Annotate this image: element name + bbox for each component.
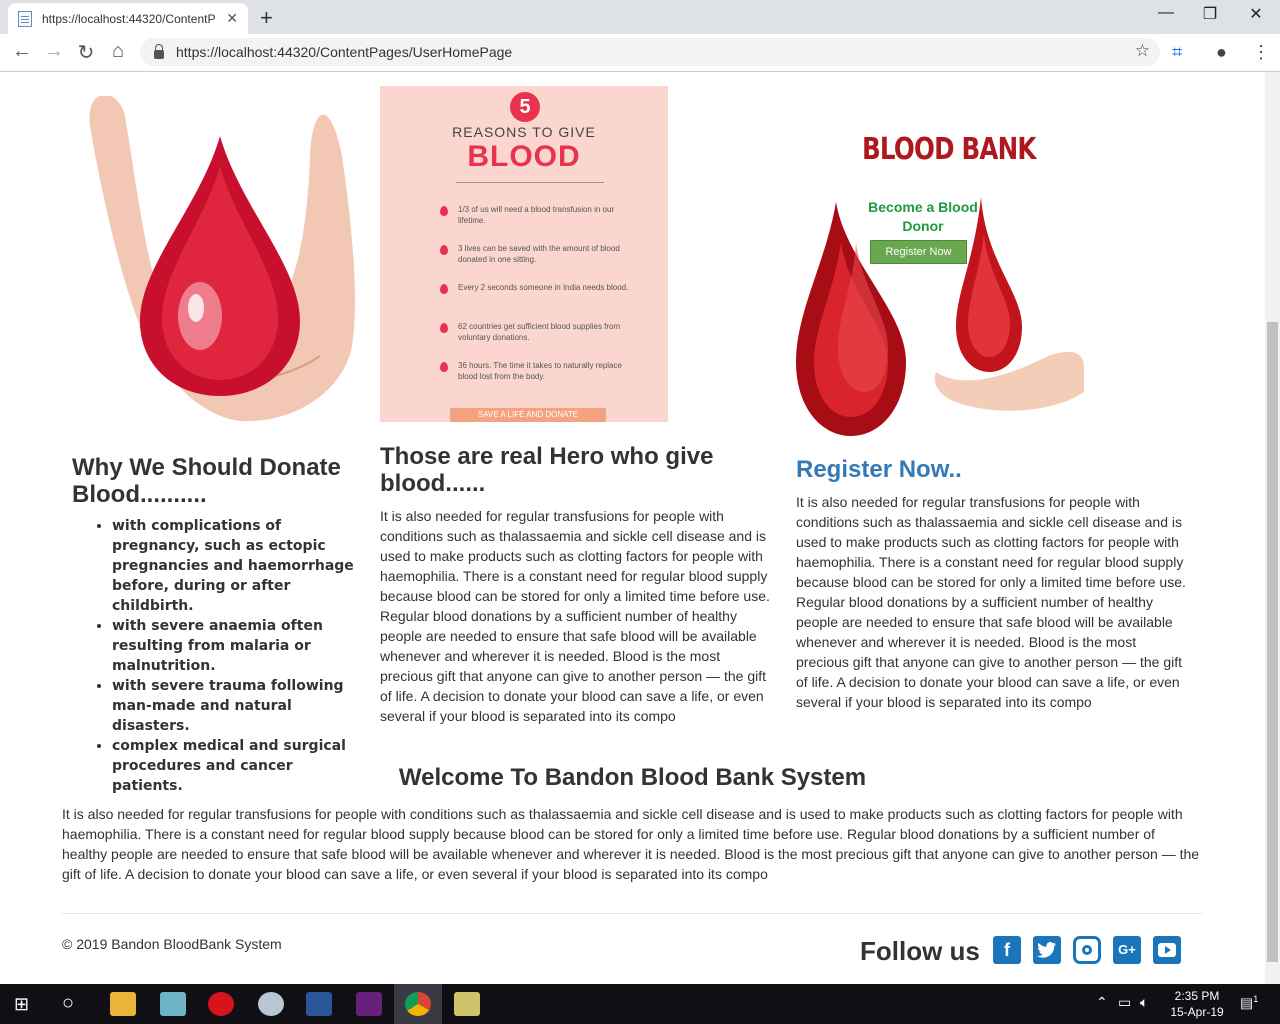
restore-icon[interactable]: ❐	[1200, 4, 1220, 24]
divider	[456, 182, 604, 183]
reason-item: 36 hours. The time it takes to naturally…	[440, 360, 640, 399]
minimize-icon[interactable]: —	[1156, 4, 1176, 22]
chrome-icon[interactable]	[405, 992, 431, 1016]
forward-icon[interactable]: →	[42, 40, 66, 63]
real-hero-text: It is also needed for regular transfusio…	[380, 508, 770, 724]
clock-time: 2:35 PM	[1174, 989, 1220, 1003]
volume-icon[interactable]: 🔈︎	[1140, 994, 1148, 1011]
browser-tab[interactable]: https://localhost:44320/ContentP ✕	[8, 3, 248, 34]
file-explorer-icon[interactable]	[110, 992, 136, 1016]
reasons-number: 5	[510, 92, 540, 122]
blood-drop-icon	[440, 323, 448, 333]
reload-icon[interactable]: ↻	[74, 40, 98, 65]
windows-taskbar: ⊞ ○ ⌃ ▭ 🔈︎ 2:35 PM 15-Apr-19 ▤1	[0, 984, 1280, 1024]
page-scrollbar[interactable]	[1265, 72, 1280, 984]
list-item: with severe anaemia often resulting from…	[112, 616, 362, 676]
follow-us-label: Follow us	[860, 936, 980, 966]
blood-drop-icon	[440, 245, 448, 255]
instagram-icon[interactable]	[1073, 936, 1101, 964]
back-icon[interactable]: ←	[10, 40, 34, 63]
notepad-icon[interactable]	[160, 992, 186, 1016]
lock-icon	[154, 43, 164, 59]
reasons-to-give-blood-image: 5 REASONS TO GIVE BLOOD 1/3 of us will n…	[380, 86, 668, 422]
profile-icon[interactable]: ●	[1216, 42, 1227, 63]
copyright-text: © 2019 Bandon BloodBank System	[62, 936, 282, 952]
tab-title: https://localhost:44320/ContentP	[42, 11, 216, 26]
opera-icon[interactable]	[208, 992, 234, 1016]
real-hero-heading: Those are real Hero who give blood......	[380, 443, 714, 497]
why-donate-list: with complications of pregnancy, such as…	[92, 516, 362, 796]
reasons-subtitle: REASONS TO GIVE	[452, 124, 596, 140]
google-plus-icon[interactable]: G+	[1113, 936, 1141, 964]
close-window-icon[interactable]: ✕	[1246, 4, 1266, 24]
list-item: with complications of pregnancy, such as…	[112, 516, 362, 616]
paint-icon[interactable]	[258, 992, 284, 1016]
bookmark-star-icon[interactable]: ☆	[1135, 41, 1150, 61]
list-item: with severe trauma following man-made an…	[112, 676, 362, 736]
blood-drop-icon	[440, 284, 448, 294]
browser-toolbar: ← → ↻ ⌂ https://localhost:44320/ContentP…	[0, 34, 1280, 72]
reason-item: 3 lives can be saved with the amount of …	[440, 243, 640, 282]
new-tab-icon[interactable]: +	[260, 5, 273, 31]
reasons-title: BLOOD	[467, 140, 581, 173]
reason-item: 62 countries get sufficient blood suppli…	[440, 321, 640, 360]
register-now-link[interactable]: Register Now..	[796, 456, 1196, 483]
extension-icon[interactable]: ⌗	[1172, 42, 1182, 63]
reasons-list: 1/3 of us will need a blood transfusion …	[440, 204, 640, 399]
footer-divider	[62, 913, 1202, 914]
reason-item: 1/3 of us will need a blood transfusion …	[440, 204, 640, 243]
register-text: It is also needed for regular transfusio…	[796, 494, 1186, 710]
url-text: https://localhost:44320/ContentPages/Use…	[176, 44, 513, 60]
reason-item: Every 2 seconds someone in India needs b…	[440, 282, 640, 321]
welcome-heading: Welcome To Bandon Blood Bank System	[398, 764, 867, 791]
blood-drop-hands-image	[80, 94, 360, 426]
facebook-icon[interactable]: f	[993, 936, 1021, 964]
welcome-text: It is also needed for regular transfusio…	[62, 806, 1200, 882]
home-icon[interactable]: ⌂	[106, 40, 130, 63]
chevron-up-icon[interactable]: ⌃	[1096, 994, 1108, 1011]
blood-drop-icon	[440, 206, 448, 216]
blood-drop-icon	[440, 362, 448, 372]
notification-center-icon[interactable]: ▤1	[1240, 994, 1258, 1012]
clock-date: 15-Apr-19	[1170, 1005, 1224, 1019]
search-cortana-icon[interactable]: ○	[62, 992, 74, 1015]
youtube-icon[interactable]	[1153, 936, 1181, 964]
visio-icon[interactable]	[306, 992, 332, 1016]
visual-studio-icon[interactable]	[356, 992, 382, 1016]
page-content: 5 REASONS TO GIVE BLOOD 1/3 of us will n…	[0, 72, 1265, 984]
scrollbar-thumb[interactable]	[1267, 322, 1278, 962]
blood-bank-image[interactable]: BLOOD BANK Become a Blood Donor Register…	[796, 92, 1084, 436]
tab-bar: https://localhost:44320/ContentP ✕ + — ❐…	[0, 0, 1280, 34]
twitter-icon[interactable]	[1033, 936, 1061, 964]
menu-kebab-icon[interactable]: ⋮	[1252, 42, 1270, 63]
sql-server-icon[interactable]	[454, 992, 480, 1016]
donate-banner: SAVE A LIFE AND DONATE	[450, 408, 606, 422]
why-donate-heading: Why We Should Donate Blood..........	[72, 454, 341, 508]
network-icon[interactable]: ▭	[1118, 994, 1131, 1011]
windows-start-icon[interactable]: ⊞	[14, 994, 29, 1015]
address-bar[interactable]: https://localhost:44320/ContentPages/Use…	[140, 38, 1160, 66]
clock[interactable]: 2:35 PM 15-Apr-19	[1162, 988, 1232, 1020]
page-favicon-icon	[18, 10, 32, 27]
close-tab-icon[interactable]: ✕	[226, 10, 238, 27]
